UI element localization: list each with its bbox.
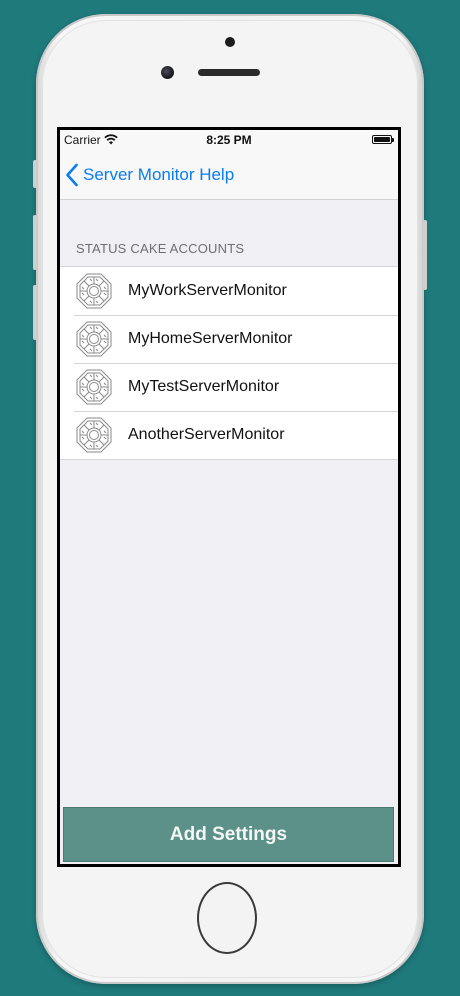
server-monitor-icon bbox=[76, 273, 112, 309]
battery-tip bbox=[392, 138, 394, 142]
front-camera bbox=[161, 66, 174, 79]
add-settings-label: Add Settings bbox=[169, 823, 288, 845]
table-row[interactable]: AnotherServerMonitor bbox=[60, 411, 398, 459]
server-monitor-icon bbox=[76, 321, 112, 357]
phone-side-button-left-bottom bbox=[33, 285, 37, 340]
navigation-bar: Server Monitor Help bbox=[60, 150, 398, 200]
app-screen: Carrier 8:25 PM Server Monitor Help STAT… bbox=[60, 130, 398, 864]
table-row[interactable]: MyWorkServerMonitor bbox=[60, 267, 398, 315]
phone-side-button-left-top bbox=[33, 160, 37, 188]
server-monitor-icon bbox=[76, 417, 112, 453]
add-settings-button[interactable]: Add Settings bbox=[63, 807, 394, 862]
account-name: MyTestServerMonitor bbox=[128, 378, 280, 395]
status-time: 8:25 PM bbox=[206, 133, 252, 147]
phone-screen: Carrier 8:25 PM Server Monitor Help STAT… bbox=[57, 127, 401, 867]
home-button[interactable] bbox=[197, 882, 257, 954]
back-button[interactable]: Server Monitor Help bbox=[65, 162, 234, 188]
back-button-label: Server Monitor Help bbox=[83, 165, 235, 184]
battery-icon bbox=[372, 135, 392, 144]
section-header-status-cake-accounts: STATUS CAKE ACCOUNTS bbox=[76, 241, 245, 256]
accounts-table: MyWorkServerMonitor MyHomeServerMonitor bbox=[60, 266, 398, 460]
account-name: MyHomeServerMonitor bbox=[128, 330, 293, 347]
phone-side-button-left-mid bbox=[33, 215, 37, 270]
table-row[interactable]: MyTestServerMonitor bbox=[60, 363, 398, 411]
proximity-sensor bbox=[225, 37, 235, 47]
phone-side-button-right bbox=[423, 220, 427, 290]
server-monitor-icon bbox=[76, 369, 112, 405]
status-bar: Carrier 8:25 PM bbox=[60, 130, 398, 150]
account-name: MyWorkServerMonitor bbox=[128, 282, 287, 299]
chevron-left-icon bbox=[66, 163, 78, 187]
account-name: AnotherServerMonitor bbox=[128, 426, 285, 443]
table-row[interactable]: MyHomeServerMonitor bbox=[60, 315, 398, 363]
earpiece-speaker bbox=[198, 69, 260, 76]
